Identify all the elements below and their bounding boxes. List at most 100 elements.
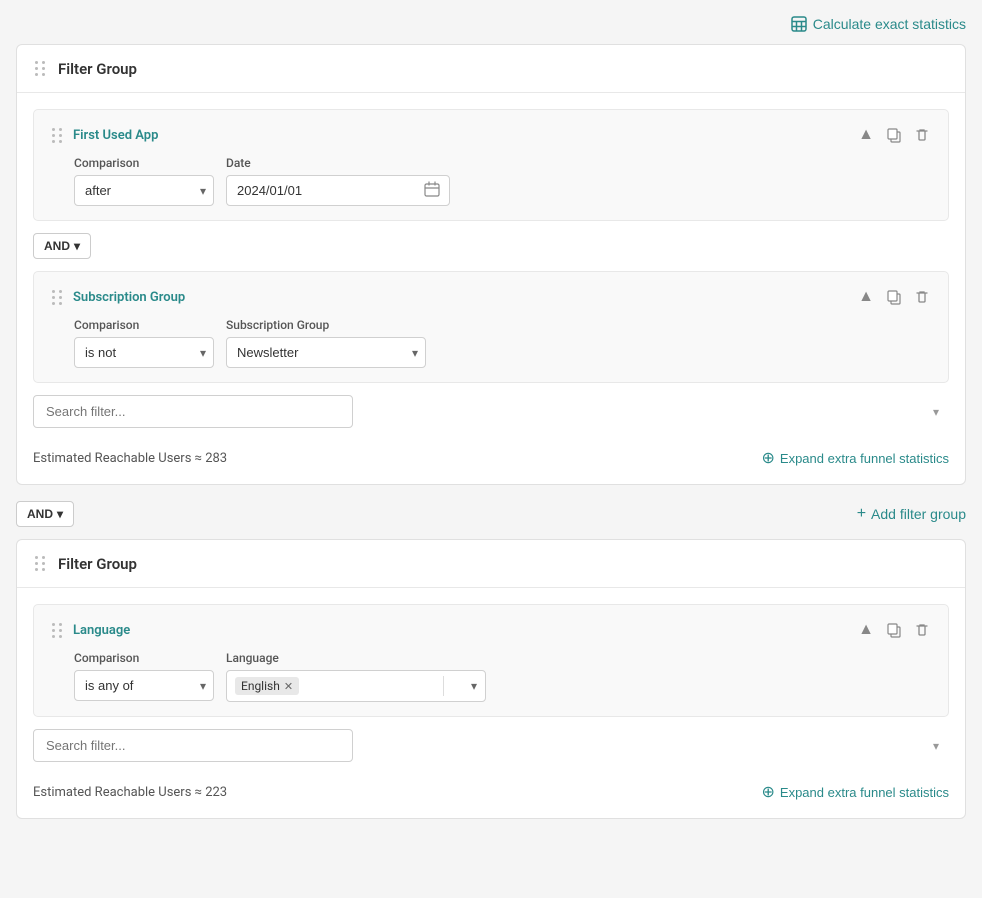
language-select-chevron[interactable]: ▾ [471,679,477,693]
comparison-select-wrapper-1: after before on ▾ [74,175,214,206]
english-tag-remove[interactable]: ✕ [284,680,293,693]
copy-icon [886,127,902,143]
english-tag: English ✕ [235,677,299,695]
calculator-icon [791,16,807,32]
search-filter-input-2[interactable] [33,729,353,762]
copy-filter-2-button[interactable] [884,287,904,307]
collapse-filter-1-button[interactable]: ▲ [856,124,876,146]
filter-group-2-header: Filter Group [17,540,965,588]
language-field-group: Language English ✕ ▾ [226,651,486,702]
date-input-wrapper [226,175,450,206]
filter-row-subscription-group: Subscription Group ▲ [33,271,949,383]
filter-group-1-body: First Used App ▲ [17,93,965,484]
language-tags-container: English ✕ [235,677,435,695]
comparison-field-group-2: Comparison is is not ▾ [74,318,214,368]
subscription-group-field: Subscription Group Newsletter Promotions… [226,318,426,368]
expand-stats-1-button[interactable]: ⊕ Expand extra funnel statistics [762,448,950,468]
filter-row-1-drag: First Used App [50,126,158,145]
between-groups-and-button[interactable]: AND ▾ [16,501,74,527]
delete-filter-1-button[interactable] [912,125,932,145]
and-connector-1: AND ▾ [33,233,949,259]
english-tag-label: English [241,679,280,693]
trash-icon [914,127,930,143]
trash-icon-lang [914,622,930,638]
and-connector-1-button[interactable]: AND ▾ [33,233,91,259]
search-filter-input-1[interactable] [33,395,353,428]
filter-group-2-footer: Estimated Reachable Users ≈ 223 ⊕ Expand… [33,774,949,802]
filter-row-1-drag-handle[interactable] [50,126,65,145]
date-label: Date [226,156,450,170]
calc-stats-label: Calculate exact statistics [813,16,966,32]
between-groups-row: AND ▾ + Add filter group [16,501,966,527]
search-filter-wrapper-1: ▾ [33,395,949,428]
date-field-group: Date [226,156,450,206]
filter-label-first-used-app: First Used App [73,128,158,143]
top-bar: Calculate exact statistics [16,16,966,32]
filter-row-2-actions: ▲ [856,286,932,308]
calculate-stats-button[interactable]: Calculate exact statistics [791,16,966,32]
estimated-users-2: Estimated Reachable Users ≈ 223 [33,785,227,800]
filter-row-language: Language ▲ [33,604,949,717]
filter-group-2-drag-handle[interactable] [33,554,48,573]
between-groups-left: AND ▾ [16,501,106,527]
filter-group-2-body: Language ▲ [17,588,965,818]
comparison-select-2[interactable]: is is not [74,337,214,368]
filter-row-lang-drag: Language [50,621,130,640]
filter-row-1-header: First Used App ▲ [50,124,932,146]
language-tag-select[interactable]: English ✕ ▾ [226,670,486,702]
between-groups-chevron: ▾ [57,507,63,521]
expand-plus-icon-2: ⊕ [762,782,775,802]
comparison-label-1: Comparison [74,156,214,170]
filter-group-1-drag-handle[interactable] [33,59,48,78]
copy-icon-2 [886,289,902,305]
and-chevron-1: ▾ [74,239,80,253]
comparison-select-1[interactable]: after before on [74,175,214,206]
filter-row-lang-header: Language ▲ [50,619,932,641]
estimated-users-1: Estimated Reachable Users ≈ 283 [33,451,227,466]
add-filter-group-label: Add filter group [871,506,966,522]
delete-filter-lang-button[interactable] [912,620,932,640]
collapse-filter-2-button[interactable]: ▲ [856,286,876,308]
delete-filter-2-button[interactable] [912,287,932,307]
filter-row-1-actions: ▲ [856,124,932,146]
expand-stats-1-label: Expand extra funnel statistics [780,451,949,466]
copy-filter-lang-button[interactable] [884,620,904,640]
subscription-group-label: Subscription Group [226,318,426,332]
comparison-field-group-1: Comparison after before on ▾ [74,156,214,206]
search-chevron-2: ▾ [933,739,939,753]
expand-stats-2-button[interactable]: ⊕ Expand extra funnel statistics [762,782,950,802]
filter-group-1-header: Filter Group [17,45,965,93]
copy-icon-lang [886,622,902,638]
filter-group-1-footer: Estimated Reachable Users ≈ 283 ⊕ Expand… [33,440,949,468]
filter-group-1-title: Filter Group [58,60,137,78]
subscription-group-select[interactable]: Newsletter Promotions Updates [226,337,426,368]
search-chevron-1: ▾ [933,405,939,419]
filter-row-2-drag: Subscription Group [50,288,185,307]
filter-2-fields: Comparison is is not ▾ Subscription Grou… [74,318,932,368]
filter-label-language: Language [73,623,130,638]
and-connector-1-label: AND [44,239,70,253]
between-groups-connector-label: AND [27,507,53,521]
date-input[interactable] [226,175,450,206]
collapse-filter-lang-button[interactable]: ▲ [856,619,876,641]
comparison-select-wrapper-2: is is not ▾ [74,337,214,368]
filter-row-lang-drag-handle[interactable] [50,621,65,640]
tag-divider [443,676,444,696]
expand-stats-2-label: Expand extra funnel statistics [780,785,949,800]
comparison-select-wrapper-lang: is any of is not any of ▾ [74,670,214,701]
add-icon: + [857,505,866,523]
filter-group-1: Filter Group First Used App ▲ [16,44,966,485]
add-filter-group-button[interactable]: + Add filter group [857,505,966,523]
filter-row-2-drag-handle[interactable] [50,288,65,307]
comparison-label-lang: Comparison [74,651,214,665]
language-label: Language [226,651,486,665]
filter-label-subscription: Subscription Group [73,290,185,305]
comparison-field-group-lang: Comparison is any of is not any of ▾ [74,651,214,701]
comparison-label-2: Comparison [74,318,214,332]
filter-row-lang-actions: ▲ [856,619,932,641]
filter-row-first-used-app: First Used App ▲ [33,109,949,221]
subscription-group-select-wrapper: Newsletter Promotions Updates ▾ [226,337,426,368]
copy-filter-1-button[interactable] [884,125,904,145]
search-filter-wrapper-2: ▾ [33,729,949,762]
comparison-select-lang[interactable]: is any of is not any of [74,670,214,701]
